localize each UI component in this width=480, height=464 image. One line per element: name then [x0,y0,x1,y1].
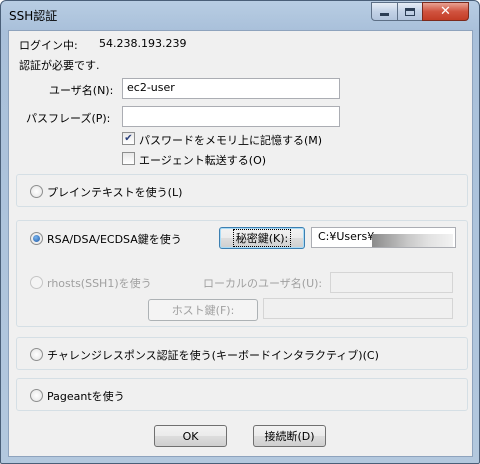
host-key-button-label: ホスト鍵(F): [171,304,235,317]
login-label: ログイン中: [19,39,78,52]
plaintext-radio[interactable] [30,185,43,198]
host-key-button[interactable]: ホスト鍵(F): [148,299,258,321]
title-bar[interactable]: SSH認証 ✕ [1,1,479,29]
local-user-input[interactable] [330,272,453,293]
close-icon: ✕ [440,4,451,19]
private-key-button-label: 秘密鍵(K): [232,229,292,247]
passphrase-input[interactable] [122,106,340,127]
minimize-icon [380,13,389,16]
agent-forward-label[interactable]: エージェント転送する(O) [139,152,266,168]
pageant-radio[interactable] [30,389,43,402]
close-button[interactable]: ✕ [422,2,469,21]
remember-password-checkbox[interactable]: ✔ [122,132,135,145]
passphrase-label: パスフレーズ(P): [26,112,111,125]
dialog-body: ログイン中: 54.238.193.239 認証が必要です. ユーザ名(N): … [8,30,473,457]
disconnect-button[interactable]: 接続断(D) [253,425,326,447]
rsa-radio[interactable] [30,232,43,245]
auth-required-text: 認証が必要です. [19,59,100,72]
rsa-label[interactable]: RSA/DSA/ECDSA鍵を使う [47,231,182,247]
username-input[interactable]: ec2-user [122,78,340,99]
ok-button-label: OK [182,429,199,443]
redacted-path [372,234,453,247]
local-user-label: ローカルのユーザ名(U): [203,277,323,290]
username-label: ユーザ名(N): [49,84,114,97]
window-title: SSH認証 [9,9,58,23]
minimize-button[interactable] [371,2,398,21]
challenge-radio[interactable] [30,348,43,361]
maximize-icon [405,7,415,16]
host-key-input[interactable] [263,298,453,319]
pageant-label[interactable]: Pageantを使う [47,388,125,404]
maximize-button[interactable] [397,2,423,21]
ssh-auth-window: SSH認証 ✕ ログイン中: 54.238.193.239 認証が必要です. ユ… [0,0,480,464]
disconnect-button-label: 接続断(D) [264,430,315,443]
rhosts-label[interactable]: rhosts(SSH1)を使う [47,275,152,291]
rhosts-radio[interactable] [30,276,43,289]
challenge-label[interactable]: チャレンジレスポンス認証を使う(キーボードインタラクティブ)(C) [47,347,379,363]
remember-password-label[interactable]: パスワードをメモリ上に記憶する(M) [139,132,322,148]
ok-button[interactable]: OK [154,425,227,447]
login-host: 54.238.193.239 [99,37,187,50]
private-key-button[interactable]: 秘密鍵(K): [219,227,305,249]
agent-forward-checkbox[interactable] [122,152,135,165]
plaintext-label[interactable]: プレインテキストを使う(L) [47,184,182,200]
